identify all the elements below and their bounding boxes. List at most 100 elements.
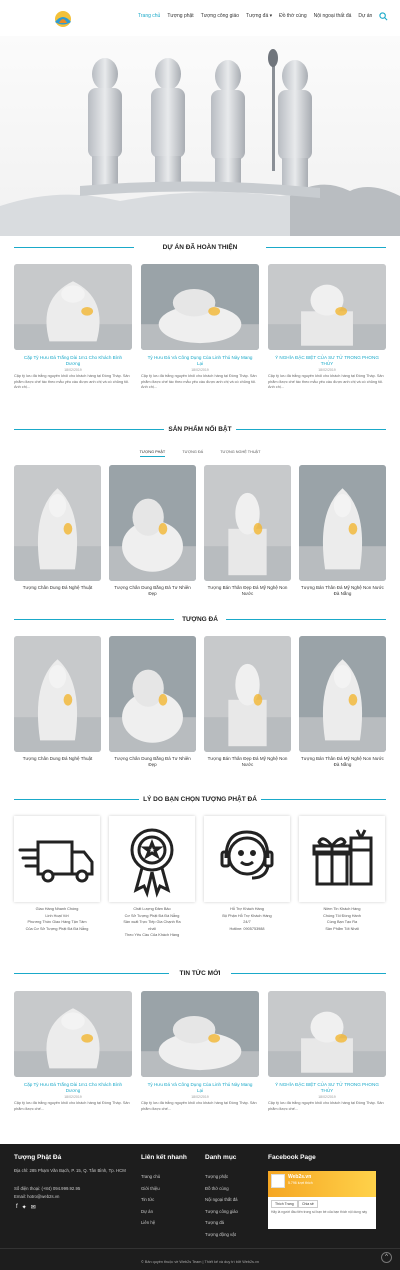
section-title-text: DỰ ÁN ĐÃ HOÀN THIỆN bbox=[162, 244, 238, 251]
nav-item-buddha[interactable]: Tượng phật bbox=[167, 13, 193, 19]
product-title[interactable]: Tượng Chân Dung Đá Nghệ Thuật bbox=[16, 585, 99, 591]
stone-product-thumbnail[interactable] bbox=[14, 636, 101, 752]
delivery-truck-icon bbox=[18, 840, 94, 883]
product-card[interactable]: Tượng Bán Thân Đẹp Đá Mỹ Nghệ Non Nước bbox=[204, 465, 291, 605]
search-icon[interactable] bbox=[379, 12, 388, 21]
project-title[interactable]: Cặp Tỳ Hưu Đá Trắng Dài 1m1 Cho Khách Bì… bbox=[18, 355, 128, 367]
product-thumbnail[interactable] bbox=[109, 465, 196, 581]
project-thumbnail[interactable] bbox=[268, 264, 386, 350]
news-card[interactable]: Cặp Tỳ Hưu Đá Trắng Dài 1m1 Cho Khách Bì… bbox=[14, 991, 132, 1111]
support-agent-icon bbox=[220, 830, 274, 880]
tab-art[interactable]: TƯỢNG NGHỆ THUẬT bbox=[220, 450, 260, 454]
footer-category-link[interactable]: Tượng phật bbox=[205, 1171, 228, 1183]
stone-product-card[interactable]: Tượng Chân Dung Bằng Đá Tư Nhiên Đẹp bbox=[109, 636, 196, 776]
project-card[interactable]: Tỳ Hưu Đá Và Công Dụng Của Linh Thú Này … bbox=[141, 264, 259, 404]
fb-share-button[interactable]: Chia sẻ bbox=[298, 1200, 318, 1208]
section-title-why: LÝ DO BẠN CHỌN TƯỢNG PHẬT ĐÁ bbox=[0, 796, 400, 803]
twitter-icon[interactable]: ✦ bbox=[22, 1204, 27, 1211]
news-thumbnail[interactable] bbox=[268, 991, 386, 1077]
product-title[interactable]: Tượng Bán Thân Đá Mỹ Nghệ Non Nước Đà Nẵ… bbox=[301, 585, 384, 597]
footer-link[interactable]: Dự án bbox=[141, 1206, 153, 1218]
news-title[interactable]: Cặp Tỳ Hưu Đá Trắng Dài 1m1 Cho Khách Bì… bbox=[18, 1082, 128, 1094]
reason-text: Chất Lượng Đảm Bảo Cơ Sở Tượng Phật Đá Đà… bbox=[109, 906, 195, 939]
project-thumbnail[interactable] bbox=[14, 264, 132, 350]
footer-brand: Tượng Phật Đá bbox=[14, 1154, 62, 1161]
nav-item-worship[interactable]: Đồ thờ cúng bbox=[279, 13, 306, 19]
title-line-right bbox=[266, 247, 386, 248]
fb-like-button[interactable]: Thích Trang bbox=[271, 1200, 298, 1208]
back-to-top-icon[interactable]: ^ bbox=[381, 1252, 392, 1263]
nav-item-catholic[interactable]: Tượng công giáo bbox=[201, 13, 239, 19]
footer-category-link[interactable]: Tượng công giáo bbox=[205, 1206, 238, 1218]
nav-item-stone[interactable]: Tượng đá ▾ bbox=[246, 13, 272, 19]
logo-lotus-icon[interactable] bbox=[50, 8, 76, 30]
news-card[interactable]: Ý NGHĨA ĐẶC BIỆT CỦA SƯ TỬ TRONG PHONG T… bbox=[268, 991, 386, 1111]
nav-item-projects[interactable]: Dự án bbox=[358, 13, 372, 19]
reason-card-quality bbox=[109, 816, 195, 902]
fb-page-name[interactable]: Web2s.vn bbox=[288, 1174, 311, 1180]
product-card[interactable]: Tượng Chân Dung Bằng Đá Tư Nhiên Đẹp bbox=[109, 465, 196, 605]
gift-icon bbox=[312, 829, 373, 886]
product-title[interactable]: Tượng Bán Thân Đẹp Đá Mỹ Nghệ Non Nước bbox=[206, 585, 289, 597]
news-date: 18/02/2019 bbox=[318, 1095, 336, 1099]
product-thumbnail[interactable] bbox=[14, 465, 101, 581]
footer-category-link[interactable]: Tượng đá bbox=[205, 1217, 224, 1229]
stone-product-title[interactable]: Tượng Chân Dung Bằng Đá Tư Nhiên Đẹp bbox=[111, 756, 194, 768]
news-title[interactable]: Ý NGHĨA ĐẶC BIỆT CỦA SƯ TỬ TRONG PHONG T… bbox=[272, 1082, 382, 1094]
news-thumbnail[interactable] bbox=[141, 991, 259, 1077]
section-title-featured: SẢN PHẨM NỔI BẬT bbox=[0, 426, 400, 433]
news-title[interactable]: Tỳ Hưu Đá Và Công Dụng Của Linh Thú Này … bbox=[145, 1082, 255, 1094]
mail-icon[interactable]: ✉ bbox=[31, 1204, 36, 1211]
product-thumbnail[interactable] bbox=[299, 465, 386, 581]
stone-product-card[interactable]: Tượng Bán Thân Đẹp Đá Mỹ Nghệ Non Nước bbox=[204, 636, 291, 776]
product-card[interactable]: Tượng Chân Dung Đá Nghệ Thuật bbox=[14, 465, 101, 605]
project-title[interactable]: Tỳ Hưu Đá Và Công Dụng Của Linh Thú Này … bbox=[145, 355, 255, 367]
title-line-left bbox=[14, 429, 164, 430]
stone-product-thumbnail[interactable] bbox=[109, 636, 196, 752]
footer-cats-title: Danh mục bbox=[205, 1154, 237, 1161]
stone-product-title[interactable]: Tượng Bán Thân Đá Mỹ Nghệ Non Nước Đà Nẵ… bbox=[301, 756, 384, 768]
facebook-icon[interactable]: f bbox=[16, 1204, 18, 1211]
project-card[interactable]: Ý NGHĨA ĐẶC BIỆT CỦA SƯ TỬ TRONG PHONG T… bbox=[268, 264, 386, 404]
section-title-text: LÝ DO BẠN CHỌN TƯỢNG PHẬT ĐÁ bbox=[143, 796, 257, 803]
hero-banner bbox=[0, 36, 400, 236]
stone-product-card[interactable]: Tượng Chân Dung Đá Nghệ Thuật bbox=[14, 636, 101, 776]
news-excerpt: Cặp tỳ lưu đá trắng nguyên khối cho khác… bbox=[268, 1101, 384, 1111]
footer-link[interactable]: Giới thiệu bbox=[141, 1183, 160, 1195]
reason-card-trust bbox=[299, 816, 385, 902]
project-title[interactable]: Ý NGHĨA ĐẶC BIỆT CỦA SƯ TỬ TRONG PHONG T… bbox=[272, 355, 382, 367]
news-excerpt: Cặp tỳ lưu đá trắng nguyên khối cho khác… bbox=[141, 1101, 257, 1111]
site-footer: Tượng Phật Đá Địa chỉ: 285 Phạm Văn Bạch… bbox=[0, 1144, 400, 1270]
footer-link[interactable]: Trang chủ bbox=[141, 1171, 160, 1183]
product-thumbnail[interactable] bbox=[204, 465, 291, 581]
footer-link[interactable]: Tin tức bbox=[141, 1194, 154, 1206]
footer-category-link[interactable]: Đồ thờ cúng bbox=[205, 1183, 229, 1195]
reason-line: Sản Phẩm Tốt Nhất bbox=[325, 926, 359, 931]
project-card[interactable]: Cặp Tỳ Hưu Đá Trắng Dài 1m1 Cho Khách Bì… bbox=[14, 264, 132, 404]
stone-product-thumbnail[interactable] bbox=[204, 636, 291, 752]
nav-item-interior[interactable]: Nội ngoại thất đá bbox=[314, 13, 352, 19]
news-card[interactable]: Tỳ Hưu Đá Và Công Dụng Của Linh Thú Này … bbox=[141, 991, 259, 1111]
section-title-projects: DỰ ÁN ĐÃ HOÀN THIỆN bbox=[0, 244, 400, 251]
news-thumbnail[interactable] bbox=[14, 991, 132, 1077]
product-card[interactable]: Tượng Bán Thân Đá Mỹ Nghệ Non Nước Đà Nẵ… bbox=[299, 465, 386, 605]
footer-category-link[interactable]: Tượng động vật bbox=[205, 1229, 236, 1241]
footer-email[interactable]: Email: hotro@web2s.vn bbox=[14, 1191, 59, 1203]
tab-buddha[interactable]: TƯỢNG PHẬT bbox=[139, 450, 166, 457]
footer-category-link[interactable]: Nội ngoại thất đá bbox=[205, 1194, 238, 1206]
stone-product-title[interactable]: Tượng Bán Thân Đẹp Đá Mỹ Nghệ Non Nước bbox=[206, 756, 289, 768]
tab-stone[interactable]: TƯỢNG ĐÁ bbox=[182, 450, 203, 454]
title-line-right bbox=[261, 799, 386, 800]
stone-product-thumbnail[interactable] bbox=[299, 636, 386, 752]
nav-item-stone-label: Tượng đá bbox=[246, 13, 269, 19]
project-thumbnail[interactable] bbox=[141, 264, 259, 350]
reason-line: Của Cơ Sở Tượng Phật Đá Đà Nẵng bbox=[25, 926, 89, 931]
footer-fb-title: Facebook Page bbox=[268, 1154, 316, 1161]
facebook-page-widget[interactable]: Web2s.vn 5.796 lượt thích Thích Trang Ch… bbox=[268, 1171, 376, 1229]
main-nav: Trang chủ Tượng phật Tượng công giáo Tượ… bbox=[138, 13, 379, 19]
footer-link[interactable]: Liên hệ bbox=[141, 1217, 155, 1229]
stone-product-title[interactable]: Tượng Chân Dung Đá Nghệ Thuật bbox=[16, 756, 99, 762]
stone-product-card[interactable]: Tượng Bán Thân Đá Mỹ Nghệ Non Nước Đà Nẵ… bbox=[299, 636, 386, 776]
nav-item-home[interactable]: Trang chủ bbox=[138, 13, 160, 19]
product-title[interactable]: Tượng Chân Dung Bằng Đá Tư Nhiên Đẹp bbox=[111, 585, 194, 597]
